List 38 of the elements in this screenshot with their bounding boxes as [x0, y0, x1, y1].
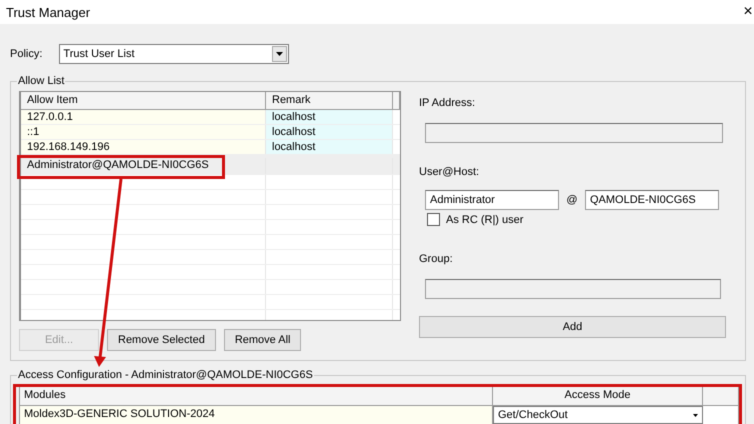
- ip-address-label: IP Address:: [419, 97, 476, 111]
- column-header[interactable]: Remark: [266, 92, 393, 109]
- access-mode-dropdown[interactable]: Get/CheckOut: [493, 406, 703, 424]
- table-cell: localhost: [266, 110, 393, 124]
- table-cell: 192.168.149.196: [21, 140, 266, 154]
- group-field[interactable]: [425, 279, 721, 299]
- group-title: Access Configuration - Administrator@QAMOLDE-NI0CG6S: [17, 369, 314, 381]
- user-field[interactable]: Administrator: [425, 190, 559, 210]
- ip-address-field[interactable]: [425, 123, 723, 143]
- column-header[interactable]: Modules: [20, 387, 493, 405]
- table-cell: localhost: [266, 140, 393, 154]
- list-row[interactable]: 192.168.149.196 localhost: [21, 140, 400, 155]
- table-cell: localhost: [266, 125, 393, 139]
- table-cell: 127.0.0.1: [21, 110, 266, 124]
- list-action-button[interactable]: Remove All: [224, 329, 302, 351]
- at-sign: @: [565, 194, 579, 206]
- table-cell: Moldex3D-GENERIC SOLUTION-2024: [20, 406, 493, 424]
- group-label: Group:: [419, 253, 454, 267]
- user-host-label: User@Host:: [419, 166, 480, 180]
- window-title: Trust Manager: [6, 4, 90, 20]
- dropdown-arrow-icon: [693, 414, 698, 416]
- checkbox-label: As RC (R|) user: [446, 214, 524, 226]
- table-cell: Administrator@QAMOLDE-NI0CG6S: [21, 158, 266, 174]
- policy-dropdown[interactable]: Trust User List: [59, 44, 290, 64]
- list-row[interactable]: ::1 localhost: [21, 125, 400, 140]
- dropdown-arrow-icon: [276, 52, 284, 56]
- checkbox[interactable]: [427, 213, 440, 226]
- table-cell: ::1: [21, 125, 266, 139]
- host-field[interactable]: QAMOLDE-NI0CG6S: [585, 190, 719, 210]
- list-row[interactable]: Administrator@QAMOLDE-NI0CG6S: [21, 155, 400, 175]
- column-header[interactable]: Allow Item: [21, 92, 266, 109]
- close-button[interactable]: ×: [742, 3, 754, 21]
- list-row[interactable]: 127.0.0.1 localhost: [21, 110, 400, 125]
- policy-label: Policy:: [10, 48, 42, 60]
- group-title: Allow List: [17, 75, 66, 87]
- add-button[interactable]: Add: [419, 316, 726, 338]
- column-header[interactable]: Access Mode: [493, 387, 703, 405]
- list-action-button[interactable]: Remove Selected: [107, 329, 216, 351]
